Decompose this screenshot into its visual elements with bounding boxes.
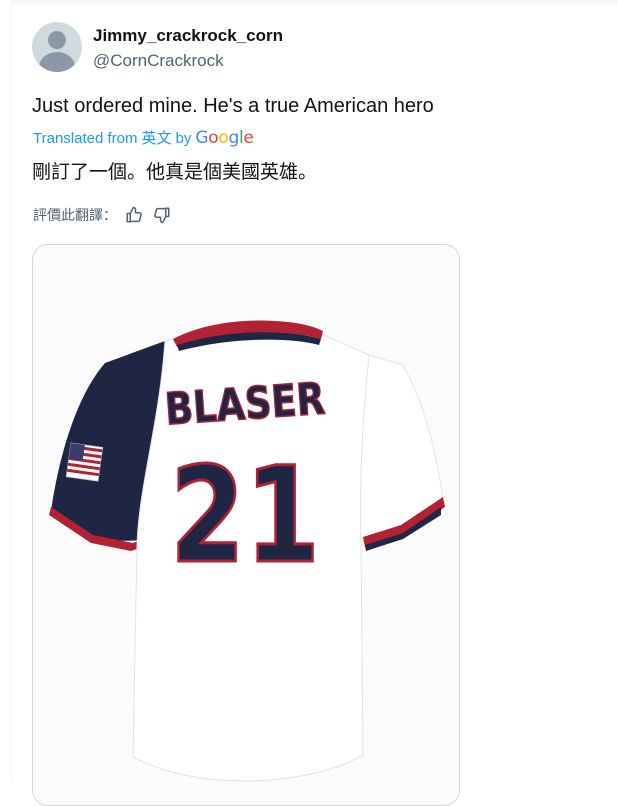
tweet-text: Just ordered mine. He's a true American … [32,95,434,117]
translated-text: 剛訂了一個。他真是個美國英雄。 [32,161,318,183]
thumbs-up-button[interactable] [123,204,145,226]
display-name[interactable]: Jimmy_crackrock_corn [93,26,283,46]
rate-translation-row: 評價此翻譯： [33,204,173,226]
jersey-number: 21 [170,439,320,593]
thumbs-up-icon [126,206,142,223]
avatar-default-body [39,52,75,72]
google-logo: Google [195,128,254,148]
thumbs-down-button[interactable] [151,204,173,226]
translated-by-label: by [175,130,192,147]
jersey-image: BLASER 21 [49,320,445,782]
flag-patch [65,442,104,482]
timeline-divider [11,0,12,782]
translation-attribution: Translated from 英文 by Google [33,127,254,148]
user-handle[interactable]: @CornCrackrock [93,51,224,71]
source-language: 英文 [141,130,172,147]
thumbs-down-icon [154,207,170,224]
avatar-default-head [48,31,66,49]
avatar[interactable] [32,22,82,72]
translated-from-label: Translated from [33,130,138,147]
rate-translation-label: 評價此翻譯： [33,208,117,224]
media-image[interactable]: BLASER 21 [32,244,460,806]
previous-item-edge [12,0,618,6]
